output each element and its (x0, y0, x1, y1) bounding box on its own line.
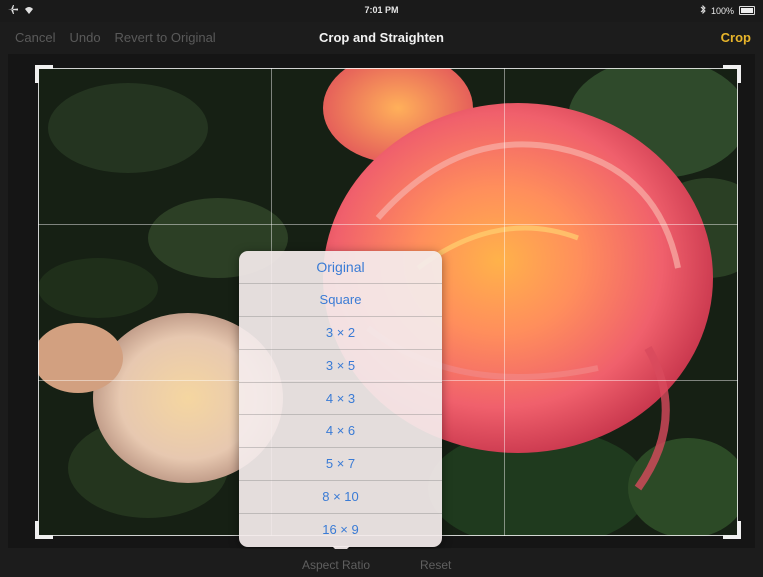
grid-line-horizontal-1 (38, 224, 738, 225)
grid-line-vertical-2 (504, 68, 505, 536)
aspect-option-4x6[interactable]: 4 × 6 (239, 415, 442, 449)
aspect-option-3x5[interactable]: 3 × 5 (239, 350, 442, 383)
reset-button[interactable]: Reset (420, 558, 451, 572)
undo-button[interactable]: Undo (69, 30, 100, 45)
aspect-option-16x9[interactable]: 16 × 9 (239, 514, 442, 547)
status-time: 7:01 PM (364, 5, 399, 15)
cancel-button[interactable]: Cancel (15, 30, 55, 45)
battery-percent: 100% (710, 5, 734, 16)
nav-bar: Cancel Undo Revert to Original Crop and … (0, 22, 763, 54)
bluetooth-icon (700, 4, 706, 16)
bottom-toolbar: Aspect Ratio Reset (0, 549, 763, 577)
nav-left-group: Cancel Undo Revert to Original (15, 30, 216, 45)
aspect-ratio-popover: Original Square 3 × 2 3 × 5 4 × 3 4 × 6 … (239, 251, 442, 547)
aspect-option-5x7[interactable]: 5 × 7 (239, 448, 442, 482)
aspect-option-3x2[interactable]: 3 × 2 (239, 317, 442, 350)
revert-to-original-button[interactable]: Revert to Original (115, 30, 216, 45)
aspect-option-square[interactable]: Square (239, 284, 442, 317)
aspect-ratio-button[interactable]: Aspect Ratio (302, 558, 370, 572)
aspect-option-original[interactable]: Original (239, 251, 442, 284)
status-right: 100% (700, 4, 755, 16)
aspect-option-4x3[interactable]: 4 × 3 (239, 383, 442, 416)
aspect-option-8x10[interactable]: 8 × 10 (239, 481, 442, 515)
battery-icon (739, 6, 755, 15)
crop-button[interactable]: Crop (721, 30, 751, 45)
status-bar: 7:01 PM 100% (0, 0, 763, 22)
